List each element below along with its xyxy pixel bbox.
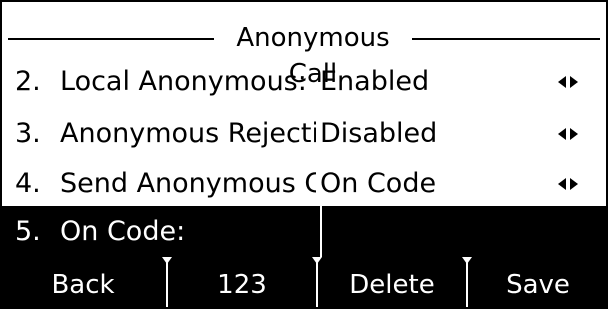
row-index: 3. (15, 118, 41, 149)
menu-row-on-code[interactable]: 5. On Code: (0, 206, 608, 258)
menu-row-anonymous-rejection[interactable]: 3. Anonymous Rejectio Disabled (0, 108, 608, 160)
title-bar: Anonymous Call (0, 0, 608, 89)
on-code-input[interactable] (322, 206, 608, 258)
row-label: Send Anonymous Co (60, 168, 316, 199)
input-mode-button[interactable]: 123 (168, 257, 316, 309)
delete-button[interactable]: Delete (318, 257, 466, 309)
row-value[interactable]: On Code (320, 158, 540, 210)
page-title: Anonymous Call (236, 23, 390, 89)
softkey-bar: Back 123 Delete Save (0, 257, 608, 309)
menu-row-local-anonymous[interactable]: 2. Local Anonymous: Enabled (0, 56, 608, 108)
row-label: Local Anonymous: (60, 66, 307, 97)
left-right-arrows-icon[interactable] (556, 124, 580, 144)
title-rule-left (8, 38, 214, 40)
save-button[interactable]: Save (468, 257, 608, 309)
title-rule-right (412, 38, 600, 40)
row-label: Anonymous Rejectio (60, 118, 316, 149)
row-value[interactable]: Enabled (320, 56, 540, 108)
row-index: 5. (15, 216, 41, 247)
row-index: 2. (15, 66, 41, 97)
phone-screen: Anonymous Call 2. Local Anonymous: Enabl… (0, 0, 608, 309)
left-right-arrows-icon[interactable] (556, 174, 580, 194)
back-button[interactable]: Back (0, 257, 166, 309)
left-right-arrows-icon[interactable] (556, 72, 580, 92)
row-value[interactable]: Disabled (320, 108, 540, 160)
row-index: 4. (15, 168, 41, 199)
menu-row-send-anonymous-code[interactable]: 4. Send Anonymous Co On Code (0, 158, 608, 210)
row-label: On Code: (60, 216, 186, 247)
